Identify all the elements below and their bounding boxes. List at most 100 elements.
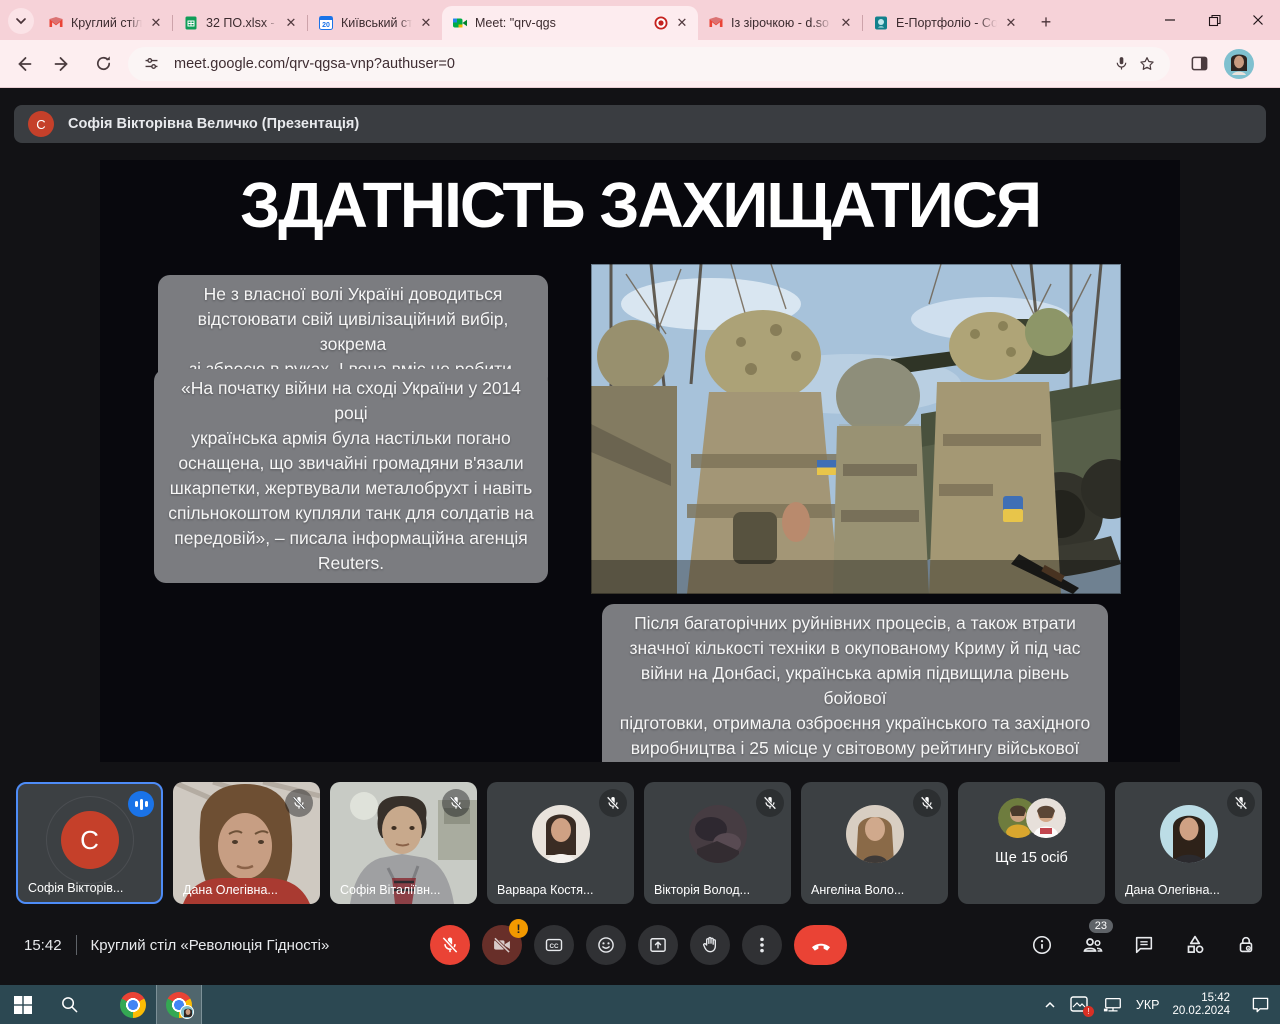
participant-tile-video[interactable]: Софія Віталіївн... (330, 782, 477, 904)
taskbar-clock[interactable]: 15:42 20.02.2024 (1172, 992, 1230, 1018)
participant-tile[interactable]: Дана Олегівна... (1115, 782, 1262, 904)
participant-name: Софія Вікторів... (28, 881, 123, 895)
tab-close-icon[interactable]: ✕ (674, 15, 690, 31)
raise-hand-button[interactable] (690, 925, 730, 965)
captions-button[interactable]: CC (534, 925, 574, 965)
site-settings-icon[interactable] (138, 51, 164, 77)
participant-tile-speaking[interactable]: С Софія Вікторів... (16, 782, 163, 904)
chat-button[interactable] (1132, 933, 1156, 957)
restore-button[interactable] (1192, 0, 1236, 40)
close-button[interactable] (1236, 0, 1280, 40)
search-icon (60, 995, 79, 1014)
recording-indicator-icon (654, 16, 668, 30)
mic-off-icon (440, 935, 460, 955)
notification-badge: ! (1083, 1006, 1094, 1017)
tab-eportfolio[interactable]: Е-Портфоліо - Co ✕ (863, 6, 1027, 40)
network-icon[interactable] (1103, 996, 1123, 1014)
participant-name: Дана Олегівна... (183, 883, 278, 897)
svg-text:CC: CC (549, 943, 559, 950)
more-options-button[interactable] (742, 925, 782, 965)
taskbar-chrome-button[interactable] (110, 985, 156, 1024)
tab-title: Meet: "qrv-qgs (475, 16, 650, 30)
participant-name: Ангеліна Воло... (811, 883, 904, 897)
tab-close-icon[interactable]: ✕ (418, 15, 434, 31)
tab-title: Із зірочкою - d.so (731, 16, 832, 30)
tab-calendar[interactable]: 20 Київський столичн ✕ (308, 6, 442, 40)
close-icon (1252, 14, 1264, 26)
tray-expand-icon[interactable] (1043, 998, 1057, 1012)
activities-button[interactable] (1183, 933, 1207, 957)
forward-button[interactable] (46, 47, 80, 81)
tab-sheets[interactable]: 32 ПО.xlsx - Googl ✕ (173, 6, 307, 40)
host-controls-button[interactable] (1234, 933, 1258, 957)
divider (76, 935, 77, 955)
bookmark-button[interactable] (1134, 51, 1160, 77)
address-bar[interactable]: meet.google.com/qrv-qgsa-vnp?authuser=0 (128, 47, 1170, 81)
minimize-button[interactable] (1148, 0, 1192, 40)
overflow-avatars (958, 798, 1105, 838)
action-center-icon[interactable] (1251, 996, 1270, 1014)
tab-gmail-round-table[interactable]: Круглий стіл - d.so ✕ (38, 6, 172, 40)
participant-name: Софія Віталіївн... (340, 883, 440, 897)
overflow-count: Ще 15 осіб (958, 850, 1105, 866)
presentation-banner[interactable]: С Софія Вікторівна Величко (Презентація) (14, 105, 1266, 143)
tab-close-icon[interactable]: ✕ (148, 15, 164, 31)
tray-notification-app[interactable]: ! (1070, 996, 1090, 1014)
participant-tile[interactable]: Варвара Костя... (487, 782, 634, 904)
microphone-icon (1113, 55, 1130, 72)
captions-icon: CC (544, 935, 564, 955)
taskbar-search-button[interactable] (46, 985, 92, 1024)
url-text[interactable]: meet.google.com/qrv-qgsa-vnp?authuser=0 (174, 56, 1108, 72)
tab-meet-active[interactable]: Meet: "qrv-qgs ✕ (442, 6, 698, 40)
participant-avatar (1160, 805, 1218, 863)
meet-icon (452, 15, 468, 31)
participants-button[interactable]: 23 (1081, 933, 1105, 957)
present-button[interactable] (638, 925, 678, 965)
minimize-icon (1164, 14, 1176, 26)
tab-close-icon[interactable]: ✕ (1003, 15, 1019, 31)
tab-close-icon[interactable]: ✕ (838, 15, 854, 31)
profile-photo (1224, 49, 1254, 79)
back-icon (13, 54, 33, 74)
reactions-button[interactable] (586, 925, 626, 965)
participant-tile[interactable]: Ангеліна Воло... (801, 782, 948, 904)
camera-alert-badge: ! (509, 919, 528, 938)
camera-off-icon (492, 935, 512, 955)
forward-icon (53, 54, 73, 74)
voice-search-button[interactable] (1108, 51, 1134, 77)
participant-avatar (689, 805, 747, 863)
tab-gmail-starred[interactable]: Із зірочкою - d.so ✕ (698, 6, 862, 40)
taskbar-chrome-active-button[interactable] (156, 985, 202, 1024)
overflow-tile[interactable]: Ще 15 осіб (958, 782, 1105, 904)
tab-close-icon[interactable]: ✕ (283, 15, 299, 31)
gmail-icon (48, 15, 64, 31)
meet-main: С Софія Вікторівна Величко (Презентація)… (0, 89, 1280, 985)
chevron-down-icon (15, 15, 27, 27)
profile-mini-avatar (180, 1005, 194, 1019)
side-panel-button[interactable] (1182, 47, 1216, 81)
taskbar-date: 20.02.2024 (1172, 1005, 1230, 1018)
language-indicator[interactable]: УКР (1136, 998, 1160, 1012)
browser-menu-button[interactable] (1268, 47, 1280, 81)
slide-title: ЗДАТНІСТЬ ЗАХИЩАТИСЯ (100, 168, 1180, 242)
browser-tab-strip: Круглий стіл - d.so ✕ 32 ПО.xlsx - Googl… (0, 0, 1280, 40)
overflow-avatar-2 (1026, 798, 1066, 838)
participants-count-badge: 23 (1089, 919, 1113, 933)
new-tab-button[interactable]: + (1033, 9, 1059, 35)
back-button[interactable] (6, 47, 40, 81)
camera-toggle-button[interactable]: ! (482, 925, 522, 965)
meeting-details-button[interactable] (1030, 933, 1054, 957)
tab-search-button[interactable] (8, 8, 34, 34)
participant-tile[interactable]: Вікторія Волод... (644, 782, 791, 904)
mic-toggle-button[interactable] (430, 925, 470, 965)
audio-level-indicator-icon (128, 791, 154, 817)
side-panel-icon (1190, 54, 1209, 73)
start-button[interactable] (0, 985, 46, 1024)
participant-tile-video[interactable]: Дана Олегівна... (173, 782, 320, 904)
leave-call-button[interactable] (794, 925, 847, 965)
participant-avatar: С (61, 811, 119, 869)
reload-button[interactable] (86, 47, 120, 81)
profile-avatar[interactable] (1224, 49, 1254, 79)
meeting-clock: 15:42 (24, 937, 62, 954)
svg-text:20: 20 (322, 22, 330, 29)
